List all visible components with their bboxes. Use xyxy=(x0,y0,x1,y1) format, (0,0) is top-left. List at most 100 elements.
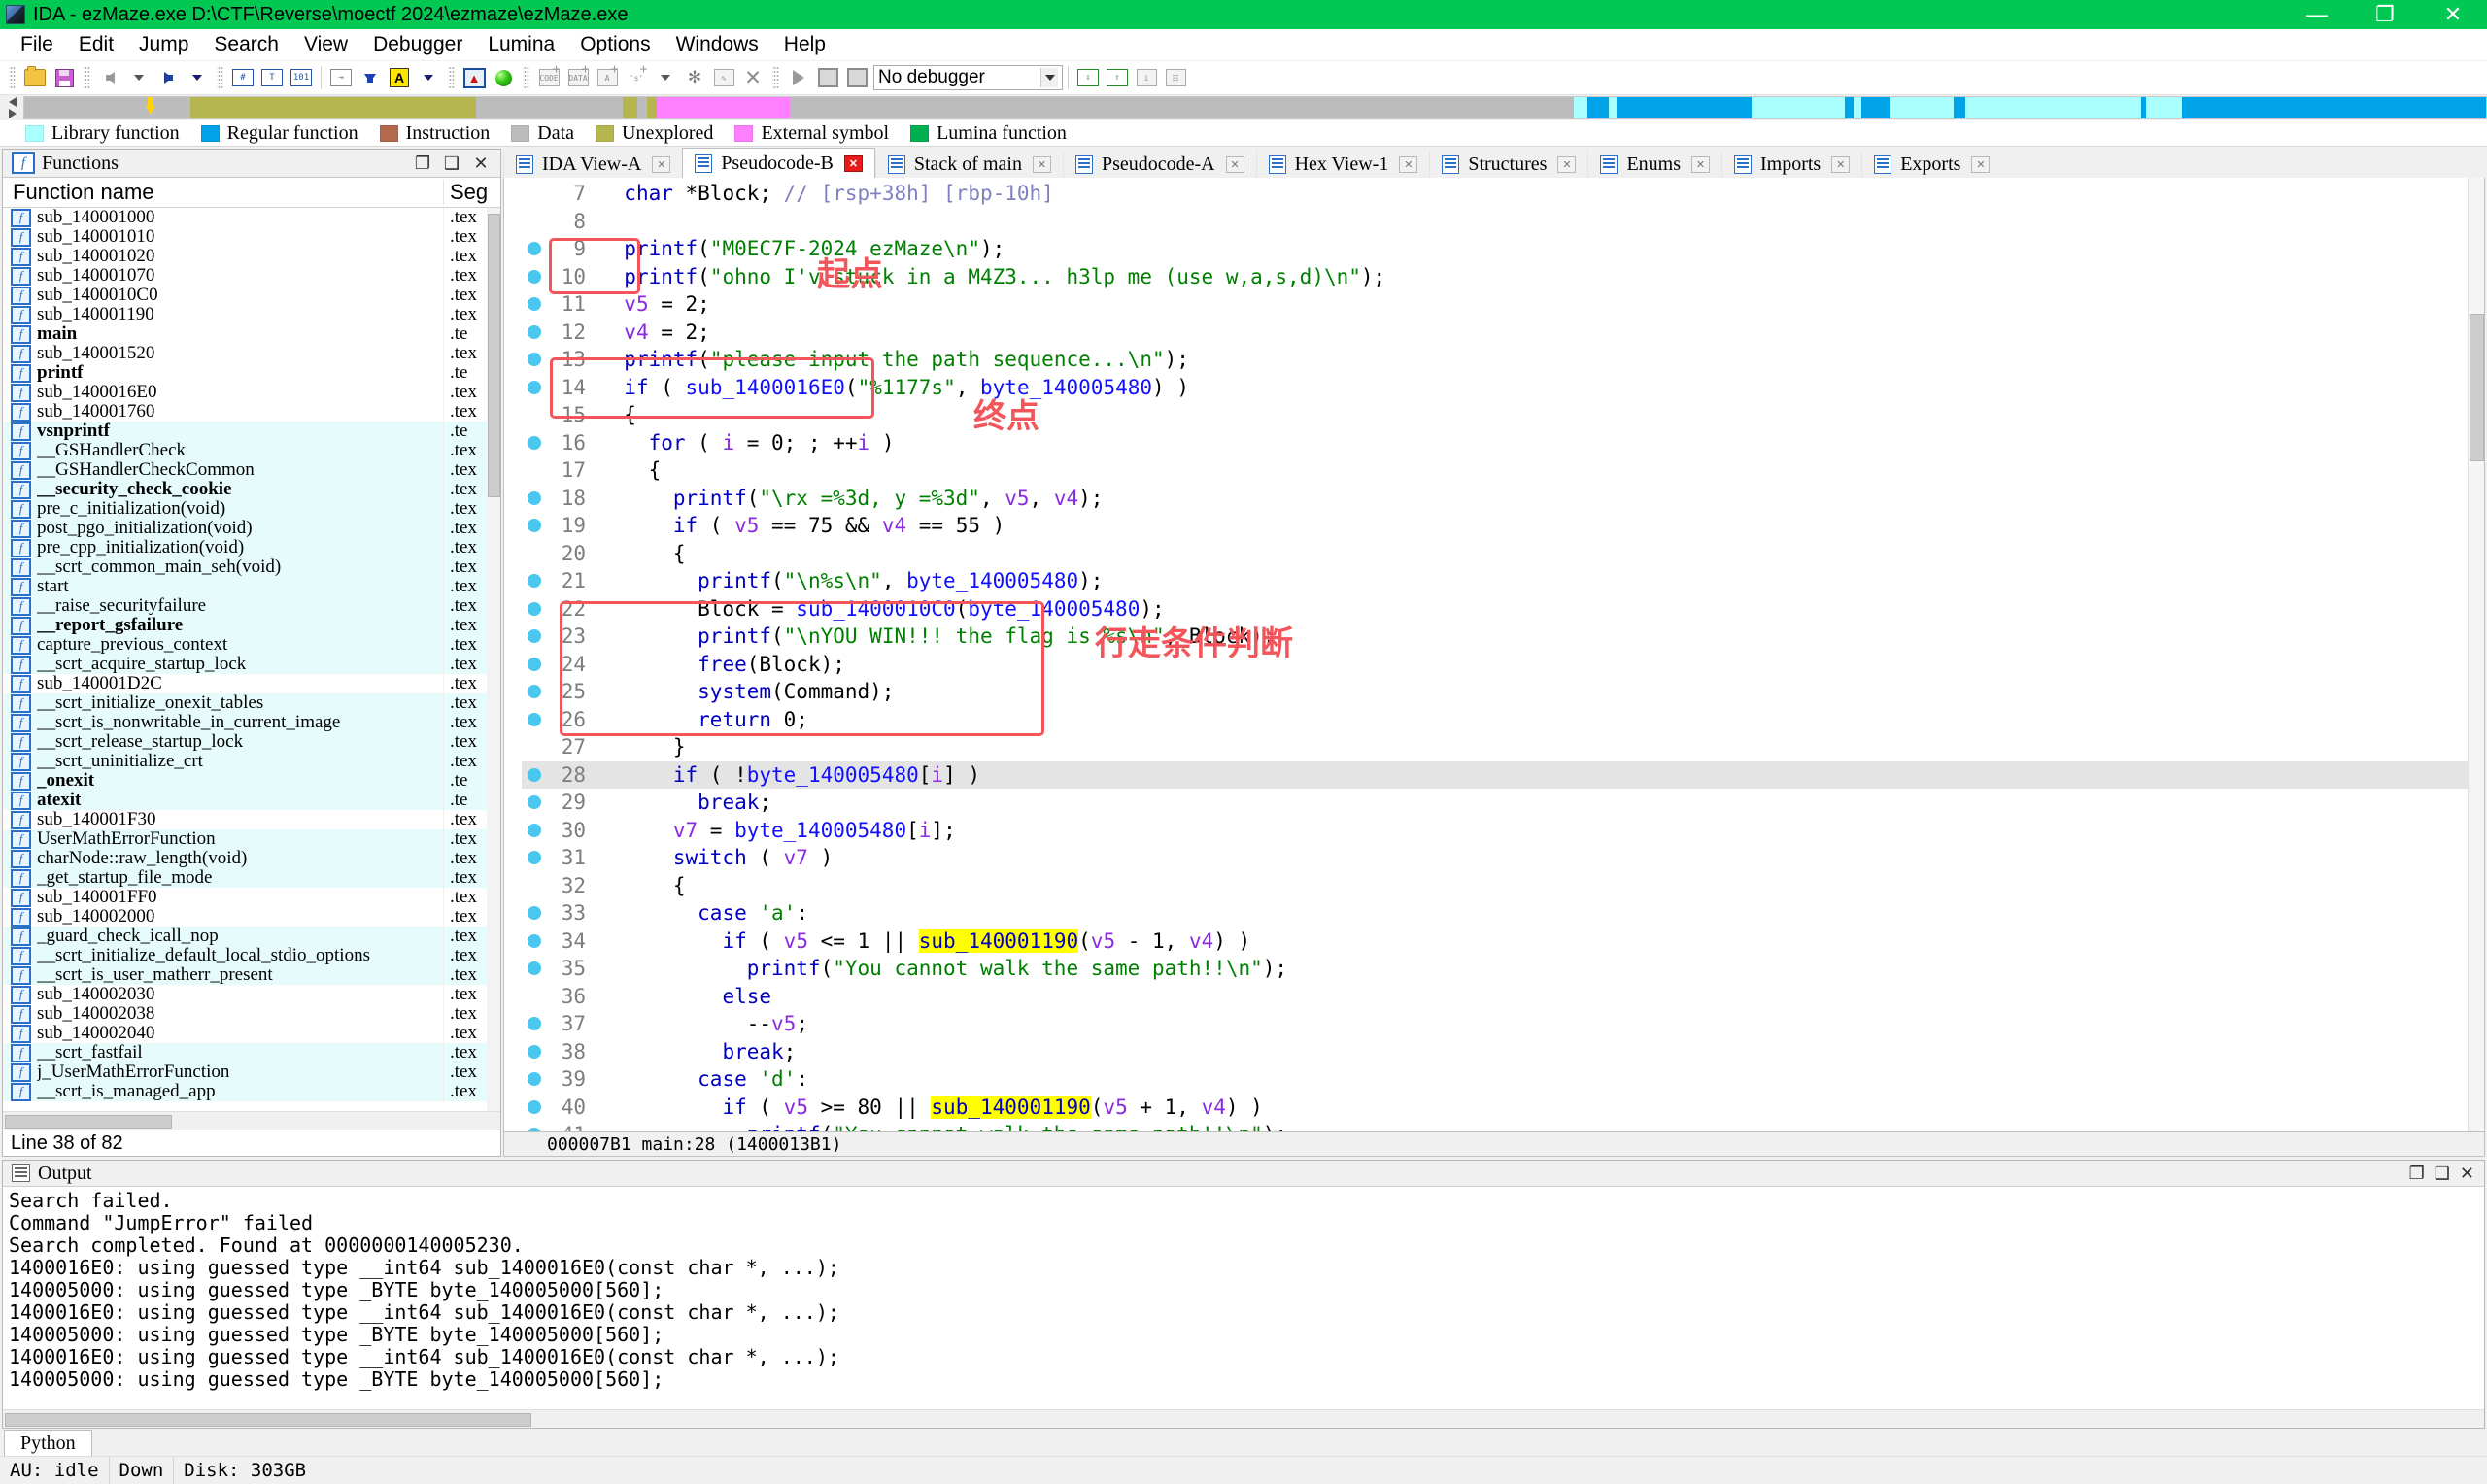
code-line[interactable]: 19 if ( v5 == 75 && v4 == 55 ) xyxy=(522,512,2484,540)
output-log[interactable]: Search failed. Command "JumpError" failed… xyxy=(3,1187,2484,1409)
nav-back-dropdown-icon[interactable] xyxy=(125,65,153,90)
output-horizontal-scrollbar[interactable] xyxy=(3,1409,2484,1428)
code-text[interactable]: break; xyxy=(599,789,2484,817)
function-list-row[interactable]: f __GSHandlerCheckCommon .tex xyxy=(3,459,500,481)
function-list-row[interactable]: f main .te xyxy=(3,323,500,345)
breakpoint-marker-icon[interactable] xyxy=(522,435,547,450)
menu-item-jump[interactable]: Jump xyxy=(126,30,201,59)
code-line[interactable]: 16 for ( i = 0; ; ++i ) xyxy=(522,429,2484,457)
functions-float-button[interactable]: ❑ xyxy=(442,153,461,174)
breakpoint-marker-icon[interactable] xyxy=(522,906,547,921)
lumina-extra-icon[interactable]: ☷ xyxy=(1162,65,1189,90)
menu-item-view[interactable]: View xyxy=(291,30,360,59)
function-list-row[interactable]: f __scrt_is_user_matherr_present .tex xyxy=(3,964,500,986)
code-text[interactable]: printf("You cannot walk the same path!!\… xyxy=(599,955,2484,983)
lumina-pull-icon[interactable]: ⇩ xyxy=(1074,65,1102,90)
breakpoint-marker-icon[interactable] xyxy=(522,269,547,284)
code-text[interactable]: v4 = 2; xyxy=(599,319,2484,347)
function-list-row[interactable]: f post_pgo_initialization(void) .tex xyxy=(3,518,500,539)
breakpoint-marker-icon[interactable] xyxy=(522,490,547,505)
code-text[interactable]: switch ( v7 ) xyxy=(599,844,2484,872)
function-list-row[interactable]: f sub_140001070 .tex xyxy=(3,265,500,287)
debug-stop-icon[interactable] xyxy=(843,65,870,90)
code-text[interactable]: { xyxy=(599,872,2484,900)
search-text-icon[interactable]: T xyxy=(258,65,286,90)
code-text[interactable]: break; xyxy=(599,1038,2484,1066)
lumina-info-icon[interactable]: i xyxy=(1133,65,1160,90)
function-list-row[interactable]: f charNode::raw_length(void) .tex xyxy=(3,848,500,869)
navigator-band[interactable] xyxy=(23,96,2487,119)
tab-close-icon[interactable]: ✕ xyxy=(1557,155,1577,173)
function-list-row[interactable]: f pre_cpp_initialization(void) .tex xyxy=(3,537,500,558)
breakpoint-marker-icon[interactable] xyxy=(522,1017,547,1031)
code-text[interactable]: return 0; xyxy=(599,706,2484,734)
code-text[interactable]: system(Command); xyxy=(599,678,2484,706)
function-list-row[interactable]: f __scrt_common_main_seh(void) .tex xyxy=(3,556,500,578)
functions-close-button[interactable]: ✕ xyxy=(471,153,491,174)
make-data-icon[interactable]: DATA xyxy=(564,62,592,90)
code-line[interactable]: 15 { xyxy=(522,401,2484,429)
code-line[interactable]: 30 v7 = byte_140005480[i]; xyxy=(522,817,2484,845)
code-line[interactable]: 24 free(Block); xyxy=(522,651,2484,679)
function-list-row[interactable]: f __scrt_initialize_default_local_stdio_o… xyxy=(3,945,500,966)
output-close-button[interactable]: ✕ xyxy=(2460,1164,2474,1184)
breakpoint-marker-icon[interactable] xyxy=(522,242,547,256)
code-line[interactable]: 39 case 'd': xyxy=(522,1065,2484,1094)
function-list-row[interactable]: f vsnprintf .te xyxy=(3,421,500,442)
tab-hex-view-1[interactable]: Hex View-1 ✕ xyxy=(1255,151,1430,178)
function-list-row[interactable]: f sub_140001760 .tex xyxy=(3,401,500,422)
tab-close-icon[interactable]: ✕ xyxy=(1032,155,1051,173)
breakpoint-marker-icon[interactable] xyxy=(522,795,547,810)
tab-close-icon[interactable]: ✕ xyxy=(652,155,671,173)
function-list-row[interactable]: f sub_140001190 .tex xyxy=(3,304,500,325)
tab-close-icon[interactable]: ✕ xyxy=(1971,155,1991,173)
lumina-push-icon[interactable]: ⇧ xyxy=(1104,65,1131,90)
functions-list[interactable]: f sub_140001000 .tex f sub_140001010 .tex f sub… xyxy=(3,208,500,1111)
output-float-button[interactable]: ❑ xyxy=(2435,1164,2450,1184)
function-list-row[interactable]: f __scrt_release_startup_lock .tex xyxy=(3,731,500,753)
toolbar-grip[interactable] xyxy=(84,66,90,89)
column-function-name[interactable]: Function name xyxy=(3,180,443,205)
function-list-row[interactable]: f capture_previous_context .tex xyxy=(3,634,500,656)
code-text[interactable]: { xyxy=(599,401,2484,429)
undefine-icon[interactable]: ✻ xyxy=(681,65,708,90)
function-list-row[interactable]: f sub_140002038 .tex xyxy=(3,1003,500,1025)
tab-enums[interactable]: Enums ✕ xyxy=(1587,151,1721,178)
function-list-row[interactable]: f sub_140001FF0 .tex xyxy=(3,887,500,908)
code-line[interactable]: 9 printf("M0EC7F-2024 ezMaze\n"); xyxy=(522,235,2484,263)
code-text[interactable]: --v5; xyxy=(599,1010,2484,1038)
code-text[interactable]: case 'a': xyxy=(599,899,2484,928)
chevron-down-icon[interactable] xyxy=(1040,68,1058,87)
code-text[interactable]: printf("\n%s\n", byte_140005480); xyxy=(599,567,2484,595)
code-text[interactable]: if ( v5 >= 80 || sub_140001190(v5 + 1, v… xyxy=(599,1094,2484,1122)
debugger-select[interactable]: No debugger xyxy=(873,65,1063,90)
menu-item-lumina[interactable]: Lumina xyxy=(475,30,567,59)
function-list-row[interactable]: f sub_140002030 .tex xyxy=(3,984,500,1005)
menu-item-windows[interactable]: Windows xyxy=(664,30,771,59)
breakpoint-marker-icon[interactable] xyxy=(522,629,547,644)
output-restore-button[interactable]: ❐ xyxy=(2409,1164,2425,1184)
code-text[interactable]: else xyxy=(599,983,2484,1011)
nav-forward-dropdown-icon[interactable] xyxy=(184,65,211,90)
code-text[interactable]: if ( v5 == 75 && v4 == 55 ) xyxy=(599,512,2484,540)
function-list-row[interactable]: f __scrt_is_managed_app .tex xyxy=(3,1081,500,1102)
tab-close-icon[interactable]: ✕ xyxy=(1831,155,1851,173)
save-icon[interactable] xyxy=(51,65,78,90)
code-line[interactable]: 27 } xyxy=(522,733,2484,761)
function-list-row[interactable]: f sub_1400010C0 .tex xyxy=(3,285,500,306)
code-text[interactable]: for ( i = 0; ; ++i ) xyxy=(599,429,2484,457)
code-line[interactable]: 18 printf("\rx =%3d, y =%3d", v5, v4); xyxy=(522,485,2484,513)
code-line[interactable]: 37 --v5; xyxy=(522,1010,2484,1038)
function-list-row[interactable]: f _guard_check_icall_nop .tex xyxy=(3,926,500,947)
maximize-button[interactable]: ❐ xyxy=(2351,0,2419,29)
breakpoint-marker-icon[interactable] xyxy=(522,324,547,339)
menu-item-options[interactable]: Options xyxy=(567,30,663,59)
code-vertical-scrollbar[interactable] xyxy=(2468,178,2484,1131)
code-text[interactable]: printf("ohno I'v stuck in a M4Z3... h3lp… xyxy=(599,263,2484,291)
tab-pseudocode-b[interactable]: Pseudocode-B ✕ xyxy=(682,148,875,178)
code-line[interactable]: 14 if ( sub_1400016E0("%1177s", byte_140… xyxy=(522,374,2484,402)
code-text[interactable]: } xyxy=(599,733,2484,761)
make-struct-dropdown-icon[interactable] xyxy=(652,65,679,90)
tab-exports[interactable]: Exports ✕ xyxy=(1861,151,2002,178)
navigator-scroll-arrows[interactable] xyxy=(2,96,23,119)
